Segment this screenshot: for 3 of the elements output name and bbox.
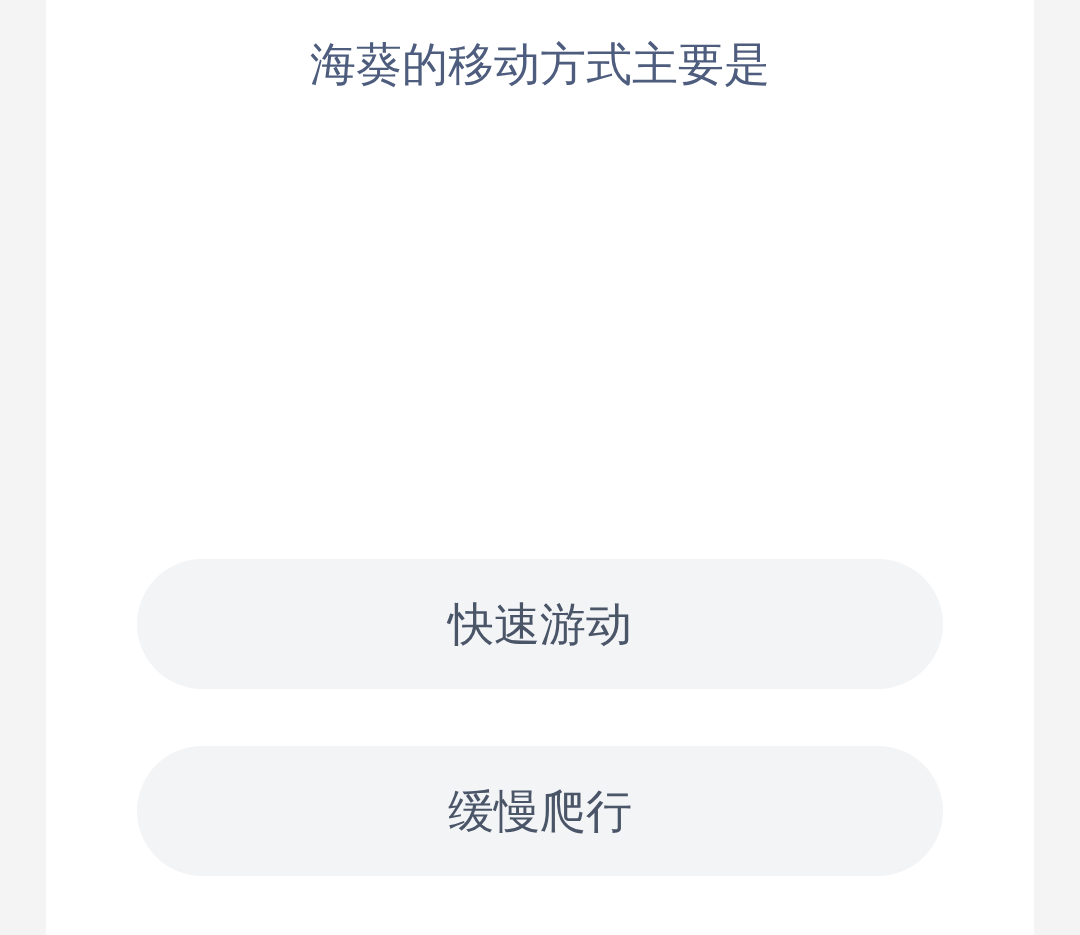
answer-option[interactable]: 快速游动 xyxy=(137,559,943,689)
question-title: 海葵的移动方式主要是 xyxy=(310,36,770,93)
answer-option[interactable]: 缓慢爬行 xyxy=(137,746,943,876)
